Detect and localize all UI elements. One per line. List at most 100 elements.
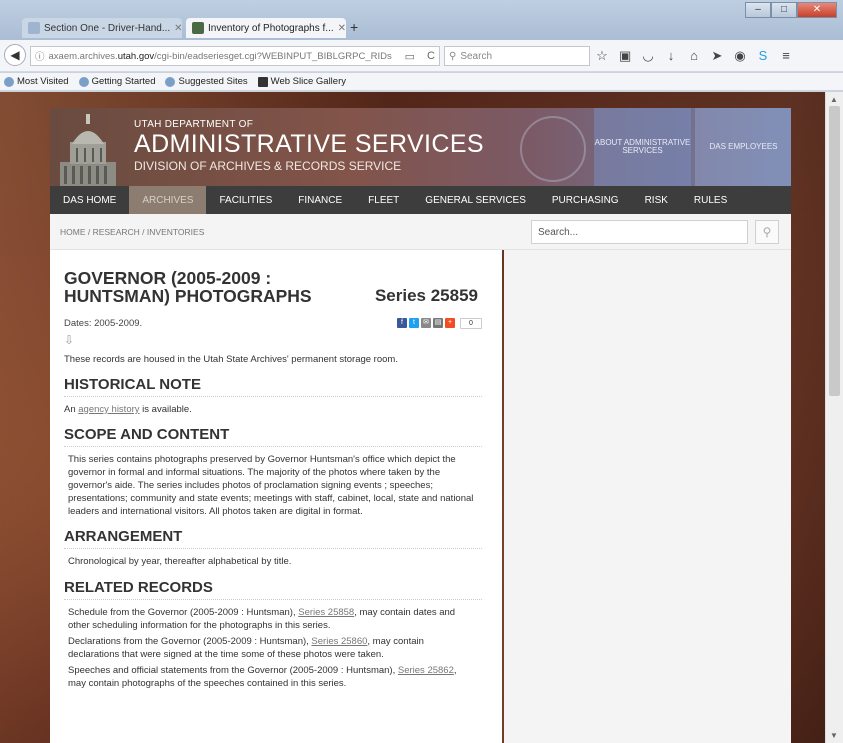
dates-text: Dates: 2005-2009. (64, 317, 143, 329)
nav-archives[interactable]: ARCHIVES (129, 186, 207, 214)
chat-icon[interactable]: ◉ (734, 48, 746, 64)
share-count: 0 (460, 317, 482, 329)
bookmark-ribbon-icon[interactable]: ⇩ (64, 333, 482, 347)
nav-purchasing[interactable]: PURCHASING (539, 186, 632, 214)
email-icon[interactable]: ✉ (421, 318, 431, 329)
scope-heading: SCOPE AND CONTENT (64, 426, 482, 447)
browser-navbar: ◀ ⓘ axaem.archives.utah.gov/cgi-bin/eads… (0, 40, 843, 72)
historical-note-heading: HISTORICAL NOTE (64, 376, 482, 397)
arrangement-text: Chronological by year, thereafter alphab… (68, 556, 292, 568)
nav-finance[interactable]: FINANCE (285, 186, 355, 214)
send-icon[interactable]: ➤ (711, 48, 723, 64)
tab-favicon-icon (192, 22, 204, 34)
main-nav: DAS HOME ARCHIVES FACILITIES FINANCE FLE… (50, 186, 791, 214)
browser-tab-2[interactable]: Inventory of Photographs f... ✕ (186, 18, 346, 38)
main-content: GOVERNOR (2005-2009 : HUNTSMAN) PHOTOGRA… (50, 250, 502, 743)
series-number: Series 25859 (374, 285, 478, 305)
browser-titlebar: Section One - Driver-Hand... ✕ Inventory… (0, 0, 843, 40)
facebook-icon[interactable]: f (397, 318, 407, 329)
twitter-icon[interactable]: t (409, 318, 419, 329)
bookmark-star-icon[interactable]: ☆ (596, 48, 608, 64)
url-bar[interactable]: ⓘ axaem.archives.utah.gov/cgi-bin/eadser… (30, 46, 440, 66)
bookmark-web-slice-gallery[interactable]: Web Slice Gallery (257, 76, 346, 87)
related-records-heading: RELATED RECORDS (64, 579, 482, 600)
breadcrumb-bar: HOME / RESEARCH / INVENTORIES Search... … (50, 214, 791, 250)
tab-favicon-icon (28, 22, 40, 34)
browser-search-placeholder: Search (460, 50, 493, 62)
print-icon[interactable]: ▤ (433, 318, 443, 329)
search-icon: ⚲ (449, 50, 457, 62)
division-name: DIVISION OF ARCHIVES & RECORDS SERVICE (134, 159, 402, 173)
arrangement-heading: ARRANGEMENT (64, 528, 482, 550)
bookmark-most-visited[interactable]: Most Visited (4, 76, 69, 87)
page-scrollbar[interactable]: ▲ ▼ (825, 92, 843, 743)
scope-text: This series contains photographs preserv… (68, 453, 474, 518)
info-icon[interactable]: ⓘ (35, 49, 45, 63)
page-viewport: UTAH DEPARTMENT OF ADMINISTRATIVE SERVIC… (0, 92, 825, 743)
scroll-down-icon[interactable]: ▼ (830, 731, 838, 740)
share-buttons: f t ✉ ▤ + 0 (397, 317, 482, 329)
capitol-logo-icon (60, 114, 116, 186)
dept-name: ADMINISTRATIVE SERVICES (134, 130, 485, 158)
download-icon[interactable]: ↓ (665, 48, 677, 64)
browser-tab-1[interactable]: Section One - Driver-Hand... ✕ (22, 18, 182, 38)
agency-title[interactable]: UTAH DEPARTMENT OF ADMINISTRATIVE SERVIC… (134, 119, 485, 173)
dept-line: UTAH DEPARTMENT OF (134, 119, 254, 130)
series-25860-link[interactable]: Series 25860 (311, 636, 367, 647)
site-header: UTAH DEPARTMENT OF ADMINISTRATIVE SERVIC… (50, 108, 791, 186)
menu-icon[interactable]: ≡ (780, 48, 792, 64)
related-record-item: Declarations from the Governor (2005-200… (68, 635, 424, 660)
tab-label: Inventory of Photographs f... (208, 22, 334, 34)
scroll-up-icon[interactable]: ▲ (830, 95, 838, 104)
breadcrumb[interactable]: HOME / RESEARCH / INVENTORIES (60, 227, 204, 237)
toolbar-icons: ☆ ▣ ◡ ↓ ⌂ ➤ ◉ S ≡ (596, 48, 792, 64)
url-text: axaem.archives.utah.gov/cgi-bin/eadserie… (48, 50, 392, 62)
related-record-item: Speeches and official statements from th… (68, 665, 457, 690)
home-icon[interactable]: ⌂ (688, 48, 700, 64)
related-records-list: Schedule from the Governor (2005-2009 : … (64, 606, 482, 691)
page-title: GOVERNOR (2005-2009 : HUNTSMAN) PHOTOGRA… (64, 268, 312, 306)
pocket-icon[interactable]: ◡ (642, 48, 654, 64)
tab-close-icon[interactable]: ✕ (338, 23, 346, 34)
nav-das-home[interactable]: DAS HOME (50, 186, 129, 214)
back-button[interactable]: ◀ (4, 44, 26, 66)
about-link[interactable]: ABOUT ADMINISTRATIVE SERVICES (594, 108, 691, 186)
agency-history-link[interactable]: agency history (78, 404, 139, 415)
reload-icon[interactable]: C (423, 50, 439, 62)
library-icon[interactable]: ▣ (619, 48, 631, 64)
nav-risk[interactable]: RISK (632, 186, 681, 214)
reader-view-icon[interactable]: ▭ (401, 50, 419, 63)
maximize-button[interactable]: □ (771, 2, 797, 18)
web-slice-icon (257, 76, 268, 87)
window-close-button[interactable]: ✕ (797, 2, 837, 18)
nav-general-services[interactable]: GENERAL SERVICES (412, 186, 539, 214)
skype-icon[interactable]: S (757, 48, 769, 64)
scrollbar-thumb[interactable] (829, 106, 840, 396)
site-search-button[interactable]: ⚲ (755, 220, 779, 244)
window-controls: ‒ □ ✕ (745, 2, 837, 18)
series-25858-link[interactable]: Series 25858 (298, 607, 354, 618)
search-icon: ⚲ (762, 225, 772, 239)
nav-rules[interactable]: RULES (681, 186, 740, 214)
bookmark-suggested-sites[interactable]: Suggested Sites (165, 76, 248, 87)
browser-search-input[interactable]: ⚲ Search (444, 46, 590, 66)
nav-fleet[interactable]: FLEET (355, 186, 412, 214)
series-25862-link[interactable]: Series 25862 (398, 665, 454, 676)
historical-note-text: An agency history is available. (64, 403, 192, 415)
tab-label: Section One - Driver-Hand... (44, 22, 171, 34)
state-seal-icon (520, 116, 586, 182)
storage-note: These records are housed in the Utah Sta… (64, 353, 398, 365)
tab-close-icon[interactable]: ✕ (174, 23, 182, 34)
new-tab-button[interactable]: + (350, 19, 358, 35)
employees-link[interactable]: DAS EMPLOYEES (695, 108, 791, 186)
bookmark-getting-started[interactable]: Getting Started (78, 76, 155, 87)
globe-icon (165, 76, 176, 87)
minimize-button[interactable]: ‒ (745, 2, 771, 18)
folder-icon (4, 76, 14, 87)
share-plus-icon[interactable]: + (445, 318, 455, 329)
site-search-input[interactable]: Search... (531, 220, 748, 244)
related-record-item: Schedule from the Governor (2005-2009 : … (68, 606, 456, 631)
globe-icon (78, 76, 89, 87)
nav-facilities[interactable]: FACILITIES (206, 186, 285, 214)
bookmarks-bar: Most Visited Getting Started Suggested S… (0, 73, 843, 91)
